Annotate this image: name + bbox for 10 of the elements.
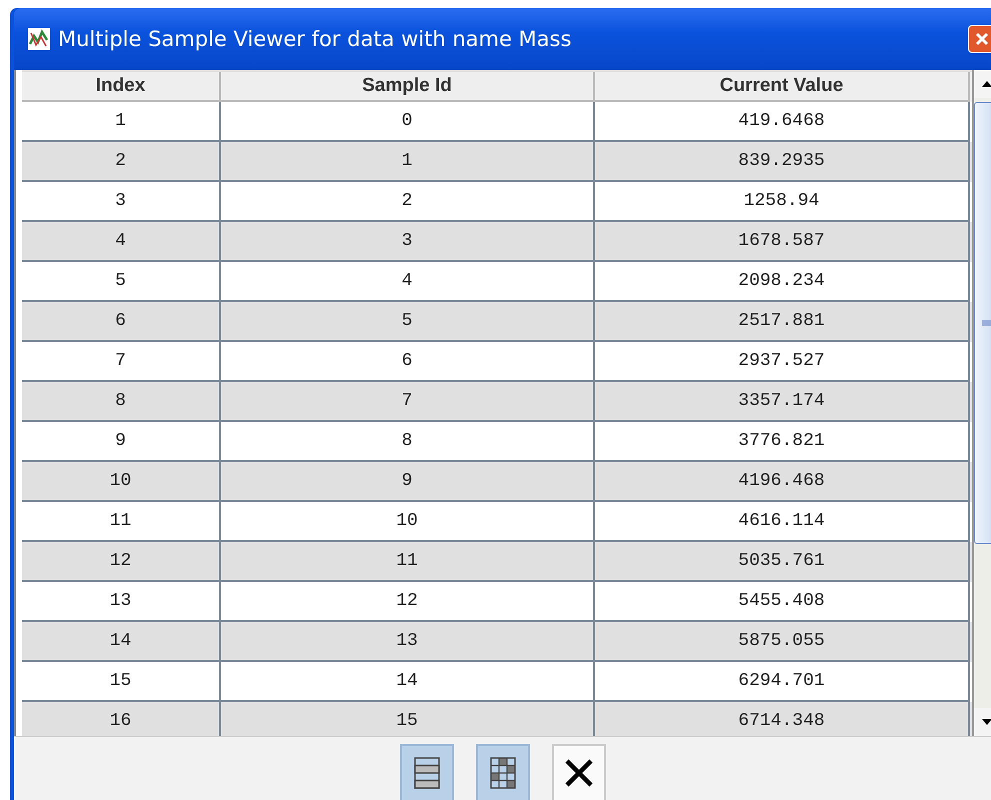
close-view-button[interactable]	[552, 744, 606, 800]
waveform-icon	[28, 28, 50, 50]
grip-icon	[982, 320, 991, 326]
close-icon	[975, 32, 989, 46]
row-view-button[interactable]	[400, 744, 454, 800]
grid-view-button[interactable]	[476, 744, 530, 800]
up-arrow-icon	[981, 80, 991, 88]
close-button[interactable]	[968, 25, 991, 53]
down-arrow-icon	[981, 718, 991, 726]
window-title: Multiple Sample Viewer for data with name Mass	[58, 27, 572, 51]
